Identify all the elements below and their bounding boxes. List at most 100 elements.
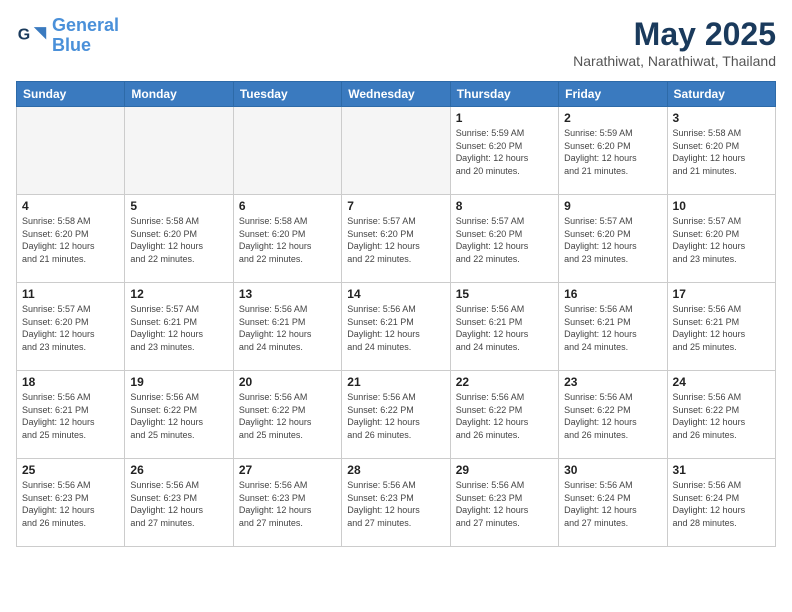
week-row-2: 4 Sunrise: 5:58 AM Sunset: 6:20 PM Daylig… [17, 195, 776, 283]
day-info: Sunrise: 5:56 AM Sunset: 6:22 PM Dayligh… [456, 391, 553, 441]
main-title: May 2025 [573, 16, 776, 53]
day-info: Sunrise: 5:56 AM Sunset: 6:22 PM Dayligh… [564, 391, 661, 441]
calendar-cell [342, 107, 450, 195]
calendar-cell: 12 Sunrise: 5:57 AM Sunset: 6:21 PM Dayli… [125, 283, 233, 371]
day-info: Sunrise: 5:56 AM Sunset: 6:21 PM Dayligh… [347, 303, 444, 353]
day-info: Sunrise: 5:56 AM Sunset: 6:23 PM Dayligh… [456, 479, 553, 529]
calendar-cell: 9Sunrise: 5:57 AM Sunset: 6:20 PM Daylig… [559, 195, 667, 283]
calendar-cell: 19Sunrise: 5:56 AM Sunset: 6:22 PM Dayli… [125, 371, 233, 459]
calendar-cell [233, 107, 341, 195]
day-info: Sunrise: 5:56 AM Sunset: 6:23 PM Dayligh… [347, 479, 444, 529]
week-row-1: 1 Sunrise: 5:59 AM Sunset: 6:20 PM Daylig… [17, 107, 776, 195]
day-number: 22 [456, 375, 553, 389]
weekday-header-row: SundayMondayTuesdayWednesdayThursdayFrid… [17, 82, 776, 107]
day-number: 10 [673, 199, 770, 213]
day-number: 12 [130, 287, 227, 301]
day-info: Sunrise: 5:56 AM Sunset: 6:23 PM Dayligh… [22, 479, 119, 529]
calendar-cell: 27 Sunrise: 5:56 AM Sunset: 6:23 PM Dayli… [233, 459, 341, 547]
calendar-cell: 28 Sunrise: 5:56 AM Sunset: 6:23 PM Dayli… [342, 459, 450, 547]
calendar-cell: 6 Sunrise: 5:58 AM Sunset: 6:20 PM Daylig… [233, 195, 341, 283]
logo: G General Blue [16, 16, 119, 56]
day-number: 6 [239, 199, 336, 213]
day-info: Sunrise: 5:56 AM Sunset: 6:22 PM Dayligh… [130, 391, 227, 441]
day-number: 28 [347, 463, 444, 477]
title-area: May 2025 Narathiwat, Narathiwat, Thailan… [573, 16, 776, 69]
calendar-cell: 26Sunrise: 5:56 AM Sunset: 6:23 PM Dayli… [125, 459, 233, 547]
calendar-cell: 7 Sunrise: 5:57 AM Sunset: 6:20 PM Daylig… [342, 195, 450, 283]
calendar-cell: 29 Sunrise: 5:56 AM Sunset: 6:23 PM Dayli… [450, 459, 558, 547]
day-info: Sunrise: 5:59 AM Sunset: 6:20 PM Dayligh… [456, 127, 553, 177]
day-number: 14 [347, 287, 444, 301]
day-number: 13 [239, 287, 336, 301]
weekday-header-sunday: Sunday [17, 82, 125, 107]
calendar-cell: 4 Sunrise: 5:58 AM Sunset: 6:20 PM Daylig… [17, 195, 125, 283]
calendar-cell: 11 Sunrise: 5:57 AM Sunset: 6:20 PM Dayli… [17, 283, 125, 371]
calendar-cell: 17 Sunrise: 5:56 AM Sunset: 6:21 PM Dayli… [667, 283, 775, 371]
day-info: Sunrise: 5:57 AM Sunset: 6:20 PM Dayligh… [456, 215, 553, 265]
day-number: 3 [673, 111, 770, 125]
calendar-cell [125, 107, 233, 195]
day-number: 24 [673, 375, 770, 389]
week-row-3: 11 Sunrise: 5:57 AM Sunset: 6:20 PM Dayli… [17, 283, 776, 371]
day-info: Sunrise: 5:59 AM Sunset: 6:20 PM Dayligh… [564, 127, 661, 177]
weekday-header-saturday: Saturday [667, 82, 775, 107]
weekday-header-friday: Friday [559, 82, 667, 107]
day-info: Sunrise: 5:56 AM Sunset: 6:22 PM Dayligh… [673, 391, 770, 441]
day-info: Sunrise: 5:56 AM Sunset: 6:22 PM Dayligh… [347, 391, 444, 441]
day-number: 1 [456, 111, 553, 125]
day-info: Sunrise: 5:58 AM Sunset: 6:20 PM Dayligh… [673, 127, 770, 177]
calendar-cell [17, 107, 125, 195]
calendar-cell: 2 Sunrise: 5:59 AM Sunset: 6:20 PM Daylig… [559, 107, 667, 195]
day-info: Sunrise: 5:56 AM Sunset: 6:22 PM Dayligh… [239, 391, 336, 441]
calendar-cell: 8Sunrise: 5:57 AM Sunset: 6:20 PM Daylig… [450, 195, 558, 283]
calendar-cell: 30Sunrise: 5:56 AM Sunset: 6:24 PM Dayli… [559, 459, 667, 547]
day-info: Sunrise: 5:56 AM Sunset: 6:21 PM Dayligh… [564, 303, 661, 353]
day-number: 7 [347, 199, 444, 213]
day-info: Sunrise: 5:56 AM Sunset: 6:21 PM Dayligh… [22, 391, 119, 441]
day-number: 15 [456, 287, 553, 301]
day-info: Sunrise: 5:56 AM Sunset: 6:23 PM Dayligh… [239, 479, 336, 529]
calendar-cell: 22 Sunrise: 5:56 AM Sunset: 6:22 PM Dayli… [450, 371, 558, 459]
day-number: 23 [564, 375, 661, 389]
calendar-cell: 13Sunrise: 5:56 AM Sunset: 6:21 PM Dayli… [233, 283, 341, 371]
weekday-header-tuesday: Tuesday [233, 82, 341, 107]
day-info: Sunrise: 5:58 AM Sunset: 6:20 PM Dayligh… [22, 215, 119, 265]
day-info: Sunrise: 5:56 AM Sunset: 6:21 PM Dayligh… [456, 303, 553, 353]
day-number: 11 [22, 287, 119, 301]
calendar-cell: 10 Sunrise: 5:57 AM Sunset: 6:20 PM Dayli… [667, 195, 775, 283]
day-number: 4 [22, 199, 119, 213]
day-number: 27 [239, 463, 336, 477]
day-info: Sunrise: 5:57 AM Sunset: 6:21 PM Dayligh… [130, 303, 227, 353]
day-number: 25 [22, 463, 119, 477]
subtitle: Narathiwat, Narathiwat, Thailand [573, 53, 776, 69]
svg-text:G: G [18, 26, 30, 43]
calendar-cell: 21 Sunrise: 5:56 AM Sunset: 6:22 PM Dayli… [342, 371, 450, 459]
weekday-header-thursday: Thursday [450, 82, 558, 107]
day-info: Sunrise: 5:56 AM Sunset: 6:24 PM Dayligh… [564, 479, 661, 529]
day-info: Sunrise: 5:57 AM Sunset: 6:20 PM Dayligh… [564, 215, 661, 265]
day-info: Sunrise: 5:56 AM Sunset: 6:21 PM Dayligh… [673, 303, 770, 353]
day-number: 17 [673, 287, 770, 301]
day-number: 26 [130, 463, 227, 477]
day-number: 2 [564, 111, 661, 125]
day-info: Sunrise: 5:57 AM Sunset: 6:20 PM Dayligh… [22, 303, 119, 353]
week-row-4: 18Sunrise: 5:56 AM Sunset: 6:21 PM Dayli… [17, 371, 776, 459]
day-number: 31 [673, 463, 770, 477]
day-info: Sunrise: 5:57 AM Sunset: 6:20 PM Dayligh… [673, 215, 770, 265]
day-info: Sunrise: 5:58 AM Sunset: 6:20 PM Dayligh… [239, 215, 336, 265]
day-number: 29 [456, 463, 553, 477]
calendar-cell: 14 Sunrise: 5:56 AM Sunset: 6:21 PM Dayli… [342, 283, 450, 371]
calendar-cell: 1 Sunrise: 5:59 AM Sunset: 6:20 PM Daylig… [450, 107, 558, 195]
calendar-cell: 23 Sunrise: 5:56 AM Sunset: 6:22 PM Dayli… [559, 371, 667, 459]
day-info: Sunrise: 5:56 AM Sunset: 6:24 PM Dayligh… [673, 479, 770, 529]
calendar-cell: 24 Sunrise: 5:56 AM Sunset: 6:22 PM Dayli… [667, 371, 775, 459]
page-header: G General Blue May 2025 Narathiwat, Nara… [16, 16, 776, 69]
day-info: Sunrise: 5:57 AM Sunset: 6:20 PM Dayligh… [347, 215, 444, 265]
week-row-5: 25 Sunrise: 5:56 AM Sunset: 6:23 PM Dayli… [17, 459, 776, 547]
weekday-header-wednesday: Wednesday [342, 82, 450, 107]
day-number: 21 [347, 375, 444, 389]
calendar-table: SundayMondayTuesdayWednesdayThursdayFrid… [16, 81, 776, 547]
day-info: Sunrise: 5:58 AM Sunset: 6:20 PM Dayligh… [130, 215, 227, 265]
calendar-cell: 20Sunrise: 5:56 AM Sunset: 6:22 PM Dayli… [233, 371, 341, 459]
logo-icon: G [16, 20, 48, 52]
